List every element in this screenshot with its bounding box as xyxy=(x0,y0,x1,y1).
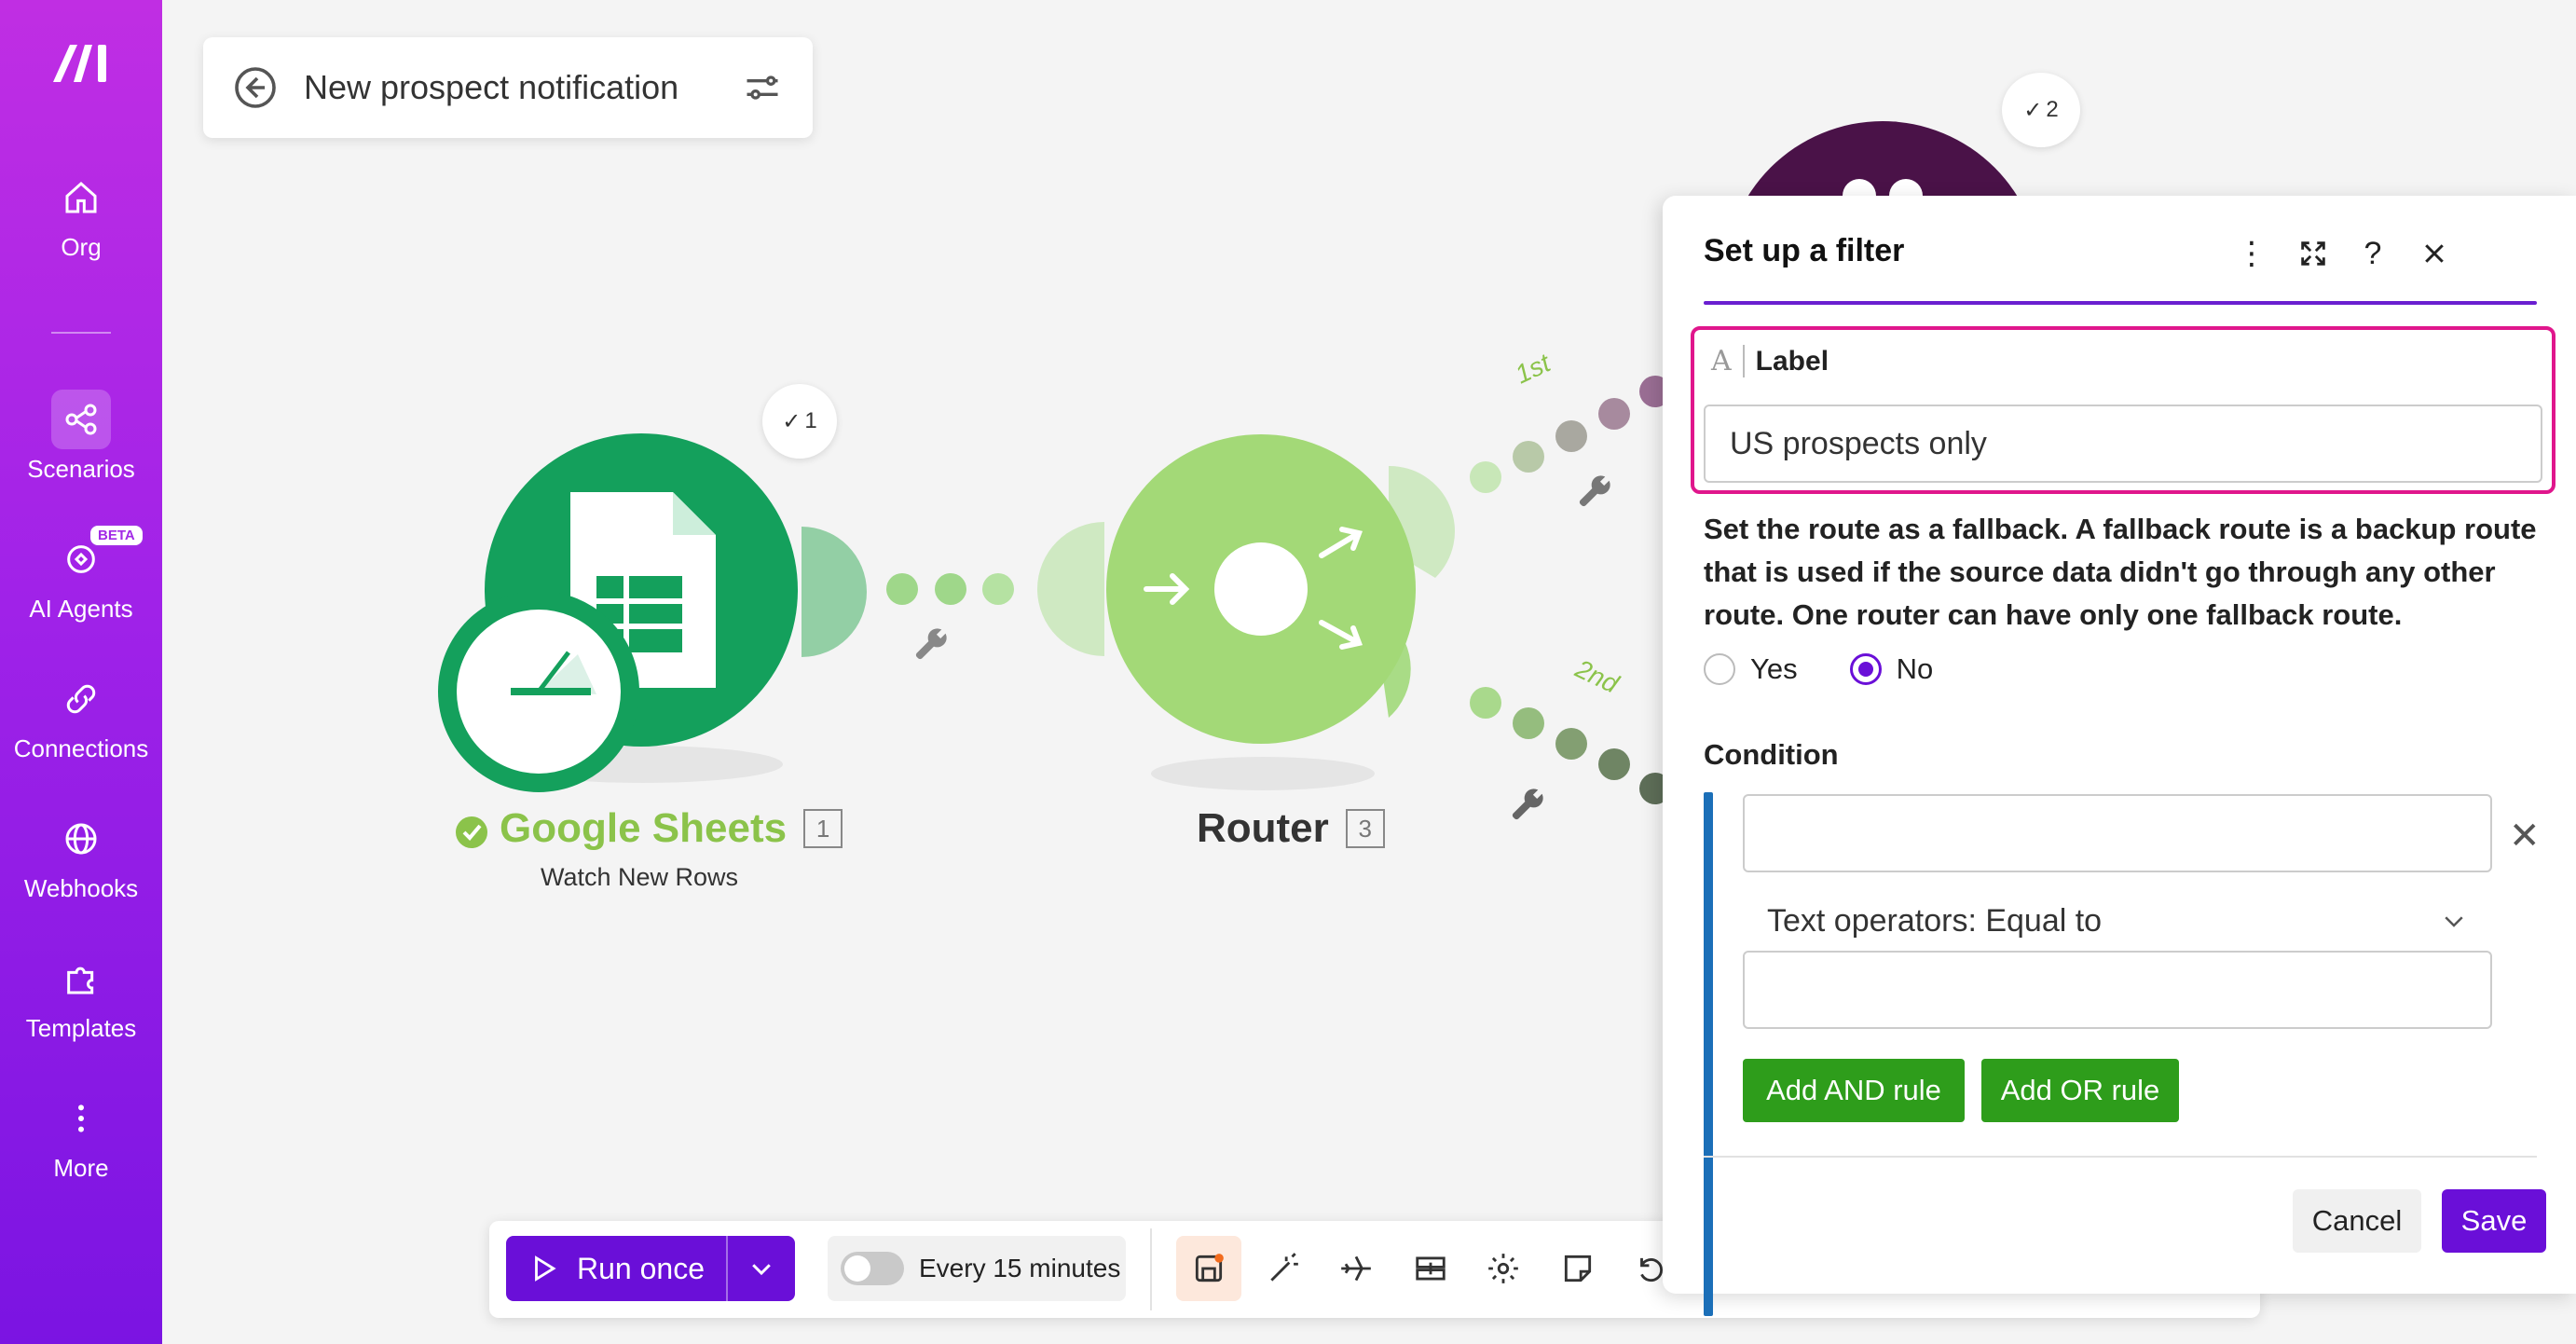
condition-operand-b[interactable] xyxy=(1743,951,2492,1029)
magic-wand-icon[interactable] xyxy=(1251,1236,1316,1301)
cancel-button[interactable]: Cancel xyxy=(2293,1189,2421,1253)
remove-condition-icon[interactable]: ✕ xyxy=(2509,815,2541,857)
module-id: 1 xyxy=(803,809,843,848)
wrench-icon[interactable] xyxy=(911,624,952,665)
operator-select[interactable]: Text operators: Equal to xyxy=(1743,882,2492,960)
save-scenario-icon[interactable] xyxy=(1176,1236,1241,1301)
play-icon xyxy=(535,1255,556,1282)
label-section: A Label xyxy=(1691,326,2555,494)
router-input-connector xyxy=(1037,522,1104,656)
router-module[interactable] xyxy=(1106,434,1456,790)
run-once-label: Run once xyxy=(577,1251,705,1285)
connection-dots xyxy=(886,573,1014,605)
google-sheets-title: Google Sheets 1 xyxy=(500,805,843,852)
run-once-button[interactable]: Run once xyxy=(506,1236,795,1301)
fallback-no-radio[interactable] xyxy=(1849,653,1882,685)
text-type-icon: A xyxy=(1711,345,1745,377)
check-circle-icon xyxy=(456,816,487,848)
label-heading-text: Label xyxy=(1755,345,1829,377)
module-name: Google Sheets xyxy=(500,805,788,851)
sheets-connector xyxy=(802,527,867,657)
schedule-control[interactable]: Every 15 minutes xyxy=(828,1236,1126,1301)
operator-value: Text operators: Equal to xyxy=(1767,902,2103,939)
more-vertical-icon[interactable]: ⋮ xyxy=(2227,229,2276,278)
module-id: 3 xyxy=(1345,809,1385,848)
router-title: Router 3 xyxy=(1197,805,1385,852)
fallback-yes-radio[interactable] xyxy=(1704,653,1735,685)
expand-icon[interactable] xyxy=(2289,229,2337,278)
wrench-icon[interactable] xyxy=(1574,471,1615,512)
condition-operand-a[interactable] xyxy=(1743,794,2492,872)
chevron-down-icon xyxy=(752,1264,771,1276)
panel-divider xyxy=(1704,1156,2537,1158)
panel-title: Set up a filter xyxy=(1704,233,1905,268)
run-once-main[interactable]: Run once xyxy=(506,1236,728,1301)
module-subtitle: Watch New Rows xyxy=(541,863,739,891)
export-icon[interactable] xyxy=(1398,1236,1463,1301)
help-icon[interactable]: ? xyxy=(2349,229,2397,278)
chevron-down-icon xyxy=(2445,916,2463,927)
google-sheets-module[interactable] xyxy=(438,433,798,792)
double-check-icon: ✓ xyxy=(782,408,802,434)
fallback-radio-group: Yes No xyxy=(1704,652,1933,686)
add-or-rule-button[interactable]: Add OR rule xyxy=(1981,1059,2179,1122)
route-2-dots xyxy=(1470,687,1671,804)
fallback-no-label[interactable]: No xyxy=(1897,652,1934,686)
panel-title-underline xyxy=(1704,301,2537,305)
run-options-dropdown[interactable] xyxy=(728,1255,795,1282)
close-icon[interactable] xyxy=(2410,229,2459,278)
operations-badge[interactable]: ✓ 2 xyxy=(2002,73,2080,147)
gear-icon[interactable] xyxy=(1471,1236,1536,1301)
wrench-icon[interactable] xyxy=(1507,784,1548,825)
condition-heading: Condition xyxy=(1704,738,1839,771)
ops-count: 2 xyxy=(2046,97,2059,122)
condition-group-bar xyxy=(1704,792,1713,1316)
fallback-description: Set the route as a fallback. A fallback … xyxy=(1704,513,2537,631)
save-button[interactable]: Save xyxy=(2442,1189,2546,1253)
ops-count: 1 xyxy=(804,408,817,433)
toolbar-divider xyxy=(1150,1228,1152,1310)
schedule-label: Every 15 minutes xyxy=(919,1254,1121,1282)
label-input[interactable] xyxy=(1704,405,2542,483)
add-and-rule-button[interactable]: Add AND rule xyxy=(1743,1059,1965,1122)
note-icon[interactable] xyxy=(1545,1236,1610,1301)
schedule-toggle[interactable] xyxy=(841,1252,904,1285)
module-name: Router xyxy=(1197,805,1329,851)
operations-badge[interactable]: ✓ 1 xyxy=(762,384,837,459)
double-check-icon: ✓ xyxy=(2023,97,2043,123)
airplane-icon[interactable] xyxy=(1323,1236,1389,1301)
label-heading: A Label xyxy=(1711,345,1829,377)
fallback-yes-label[interactable]: Yes xyxy=(1750,652,1798,686)
route-1-dots xyxy=(1470,376,1671,493)
filter-panel: Set up a filter ⋮ ? A Label Set the rout… xyxy=(1663,196,2576,1316)
